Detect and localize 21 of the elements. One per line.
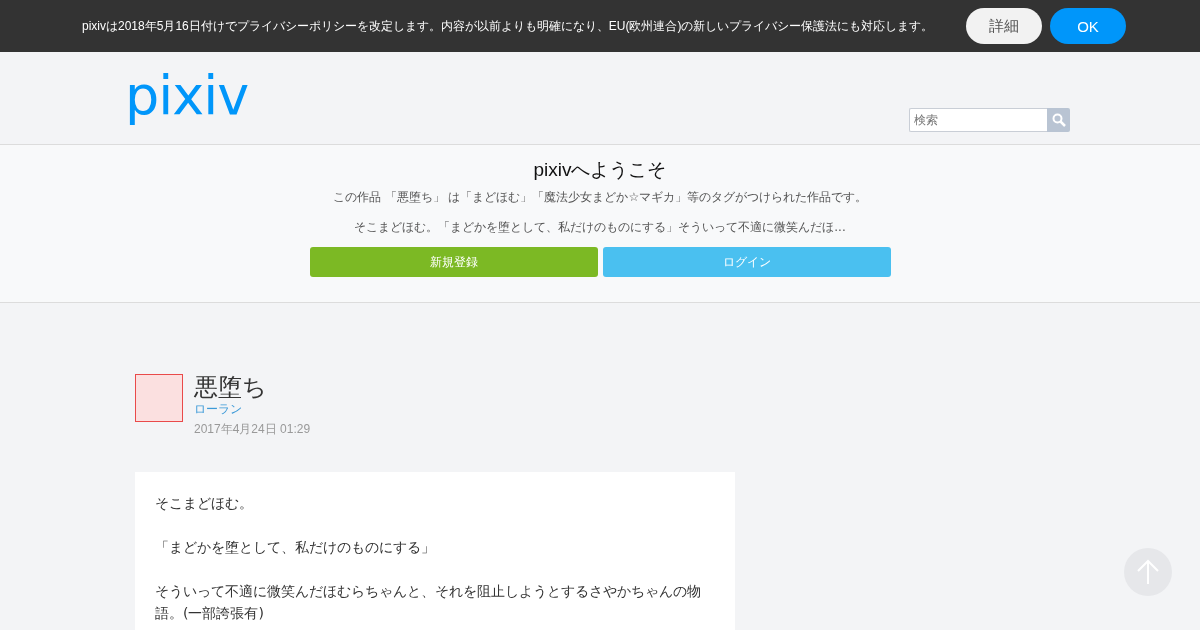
search-icon bbox=[1051, 113, 1066, 127]
caption-paragraph: そういって不適に微笑んだほむらちゃんと、それを阻止しようとするさやかちゃんの物語。(一部誇張有) bbox=[155, 582, 702, 623]
search-field[interactable]: 検索 bbox=[909, 108, 1047, 132]
scroll-top-button[interactable] bbox=[1124, 548, 1172, 596]
notice-button[interactable]: OK bbox=[1050, 8, 1126, 44]
work-title: 悪堕ち bbox=[194, 373, 268, 401]
post-date: 2017年4月24日 01:29 bbox=[194, 421, 311, 438]
signup-button[interactable]: 新規登録 bbox=[309, 247, 598, 277]
up-arrow-icon bbox=[1136, 559, 1160, 585]
login-button[interactable]: ログイン bbox=[602, 247, 891, 277]
work-description: この作品 「悪堕ち」 は「まどほむ」「魔法少女まどか☆マギカ」等のタグがつけられた作品です。 bbox=[332, 189, 868, 206]
caption-paragraph: そこまどほむ。 bbox=[155, 494, 254, 513]
avatar-placeholder[interactable] bbox=[135, 374, 183, 422]
notice-message: pixivは2018年5月16日付けでプライバシーポリシーを改定します。内容が以前よりも明確になり、EU(欧州連合)の新しいプライバシー保護法にも対応します。 bbox=[82, 17, 934, 35]
search-button[interactable] bbox=[1047, 108, 1070, 132]
caption-excerpt: そこまどほむ。「まどかを堕として、私だけのものにする」そういって不適に微笑んだほ... bbox=[354, 219, 846, 236]
logo[interactable]: pixiv bbox=[125, 69, 249, 123]
caption-paragraph: 「まどかを堕として、私だけのものにする」 bbox=[155, 538, 436, 557]
author-link[interactable]: ローラン bbox=[194, 401, 311, 418]
welcome-title: pixivへようこそ bbox=[533, 158, 667, 182]
notice-button[interactable]: 詳細 bbox=[966, 8, 1042, 44]
